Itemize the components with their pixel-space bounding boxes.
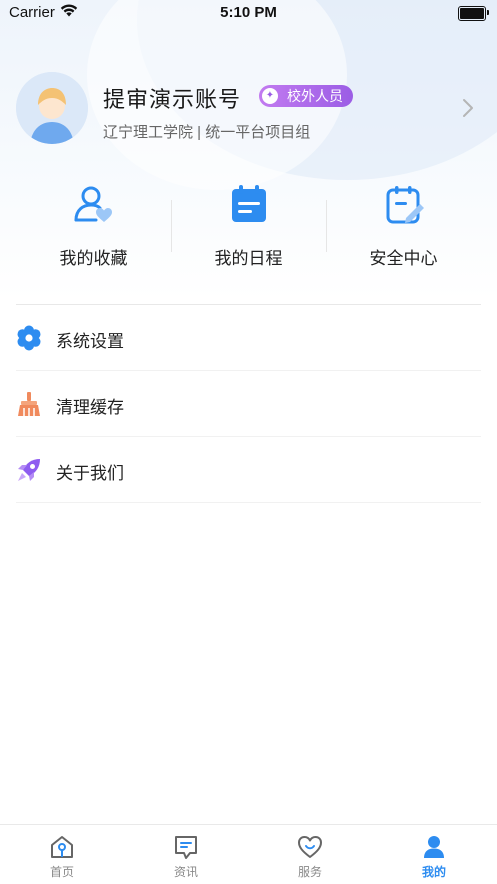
schedule-label: 我的日程: [214, 249, 283, 268]
tab-news[interactable]: 资讯: [124, 825, 248, 884]
about-us-label: 关于我们: [56, 464, 124, 483]
schedule-button[interactable]: 我的日程: [171, 182, 326, 282]
broom-icon: [18, 392, 40, 416]
calendar-icon: [231, 185, 266, 222]
avatar[interactable]: [16, 72, 88, 144]
user-icon: [424, 836, 444, 858]
system-settings-label: 系统设置: [56, 332, 124, 351]
role-badge-label: 校外人员: [287, 88, 343, 104]
chevron-right-icon[interactable]: [461, 97, 475, 119]
tab-bar: 首页 资讯 服务 我的: [0, 824, 497, 884]
settings-menu: 系统设置 清理缓存 关于我们: [16, 305, 481, 503]
rocket-icon: [18, 459, 40, 481]
menu-item-clear-cache[interactable]: 清理缓存: [16, 371, 481, 437]
user-favorite-icon: [74, 186, 112, 222]
tab-home[interactable]: 首页: [0, 825, 124, 884]
tab-news-label: 资讯: [173, 865, 198, 879]
security-clipboard-icon: [386, 186, 424, 224]
menu-item-about-us[interactable]: 关于我们: [16, 437, 481, 503]
status-bar: Carrier 5:10 PM: [0, 0, 497, 26]
role-badge: ✦ 校外人员: [259, 85, 353, 107]
clock: 5:10 PM: [220, 4, 277, 21]
avatar-person-icon: [16, 72, 88, 144]
message-icon: [175, 836, 197, 859]
tab-home-label: 首页: [49, 865, 74, 879]
badge-icon: ✦: [262, 88, 278, 104]
security-center-label: 安全中心: [369, 249, 438, 268]
quick-actions: 我的收藏 我的日程 安全中心: [16, 182, 481, 282]
tab-mine-label: 我的: [421, 865, 446, 879]
settings-flower-icon: [17, 325, 41, 351]
tab-services-label: 服务: [297, 865, 322, 879]
tab-services[interactable]: 服务: [248, 825, 372, 884]
profile-header[interactable]: 提审演示账号 ✦ 校外人员 辽宁理工学院 | 统一平台项目组: [16, 72, 481, 146]
battery-icon: [458, 6, 489, 21]
home-icon: [51, 836, 73, 858]
security-center-button[interactable]: 安全中心: [326, 182, 481, 282]
clear-cache-label: 清理缓存: [56, 398, 124, 417]
profile-name: 提审演示账号: [103, 87, 242, 112]
tab-mine[interactable]: 我的: [372, 825, 496, 884]
menu-item-system-settings[interactable]: 系统设置: [16, 305, 481, 371]
favorites-button[interactable]: 我的收藏: [16, 182, 171, 282]
heart-icon: [298, 836, 322, 858]
favorites-label: 我的收藏: [59, 249, 128, 268]
profile-organization: 辽宁理工学院 | 统一平台项目组: [103, 124, 311, 141]
